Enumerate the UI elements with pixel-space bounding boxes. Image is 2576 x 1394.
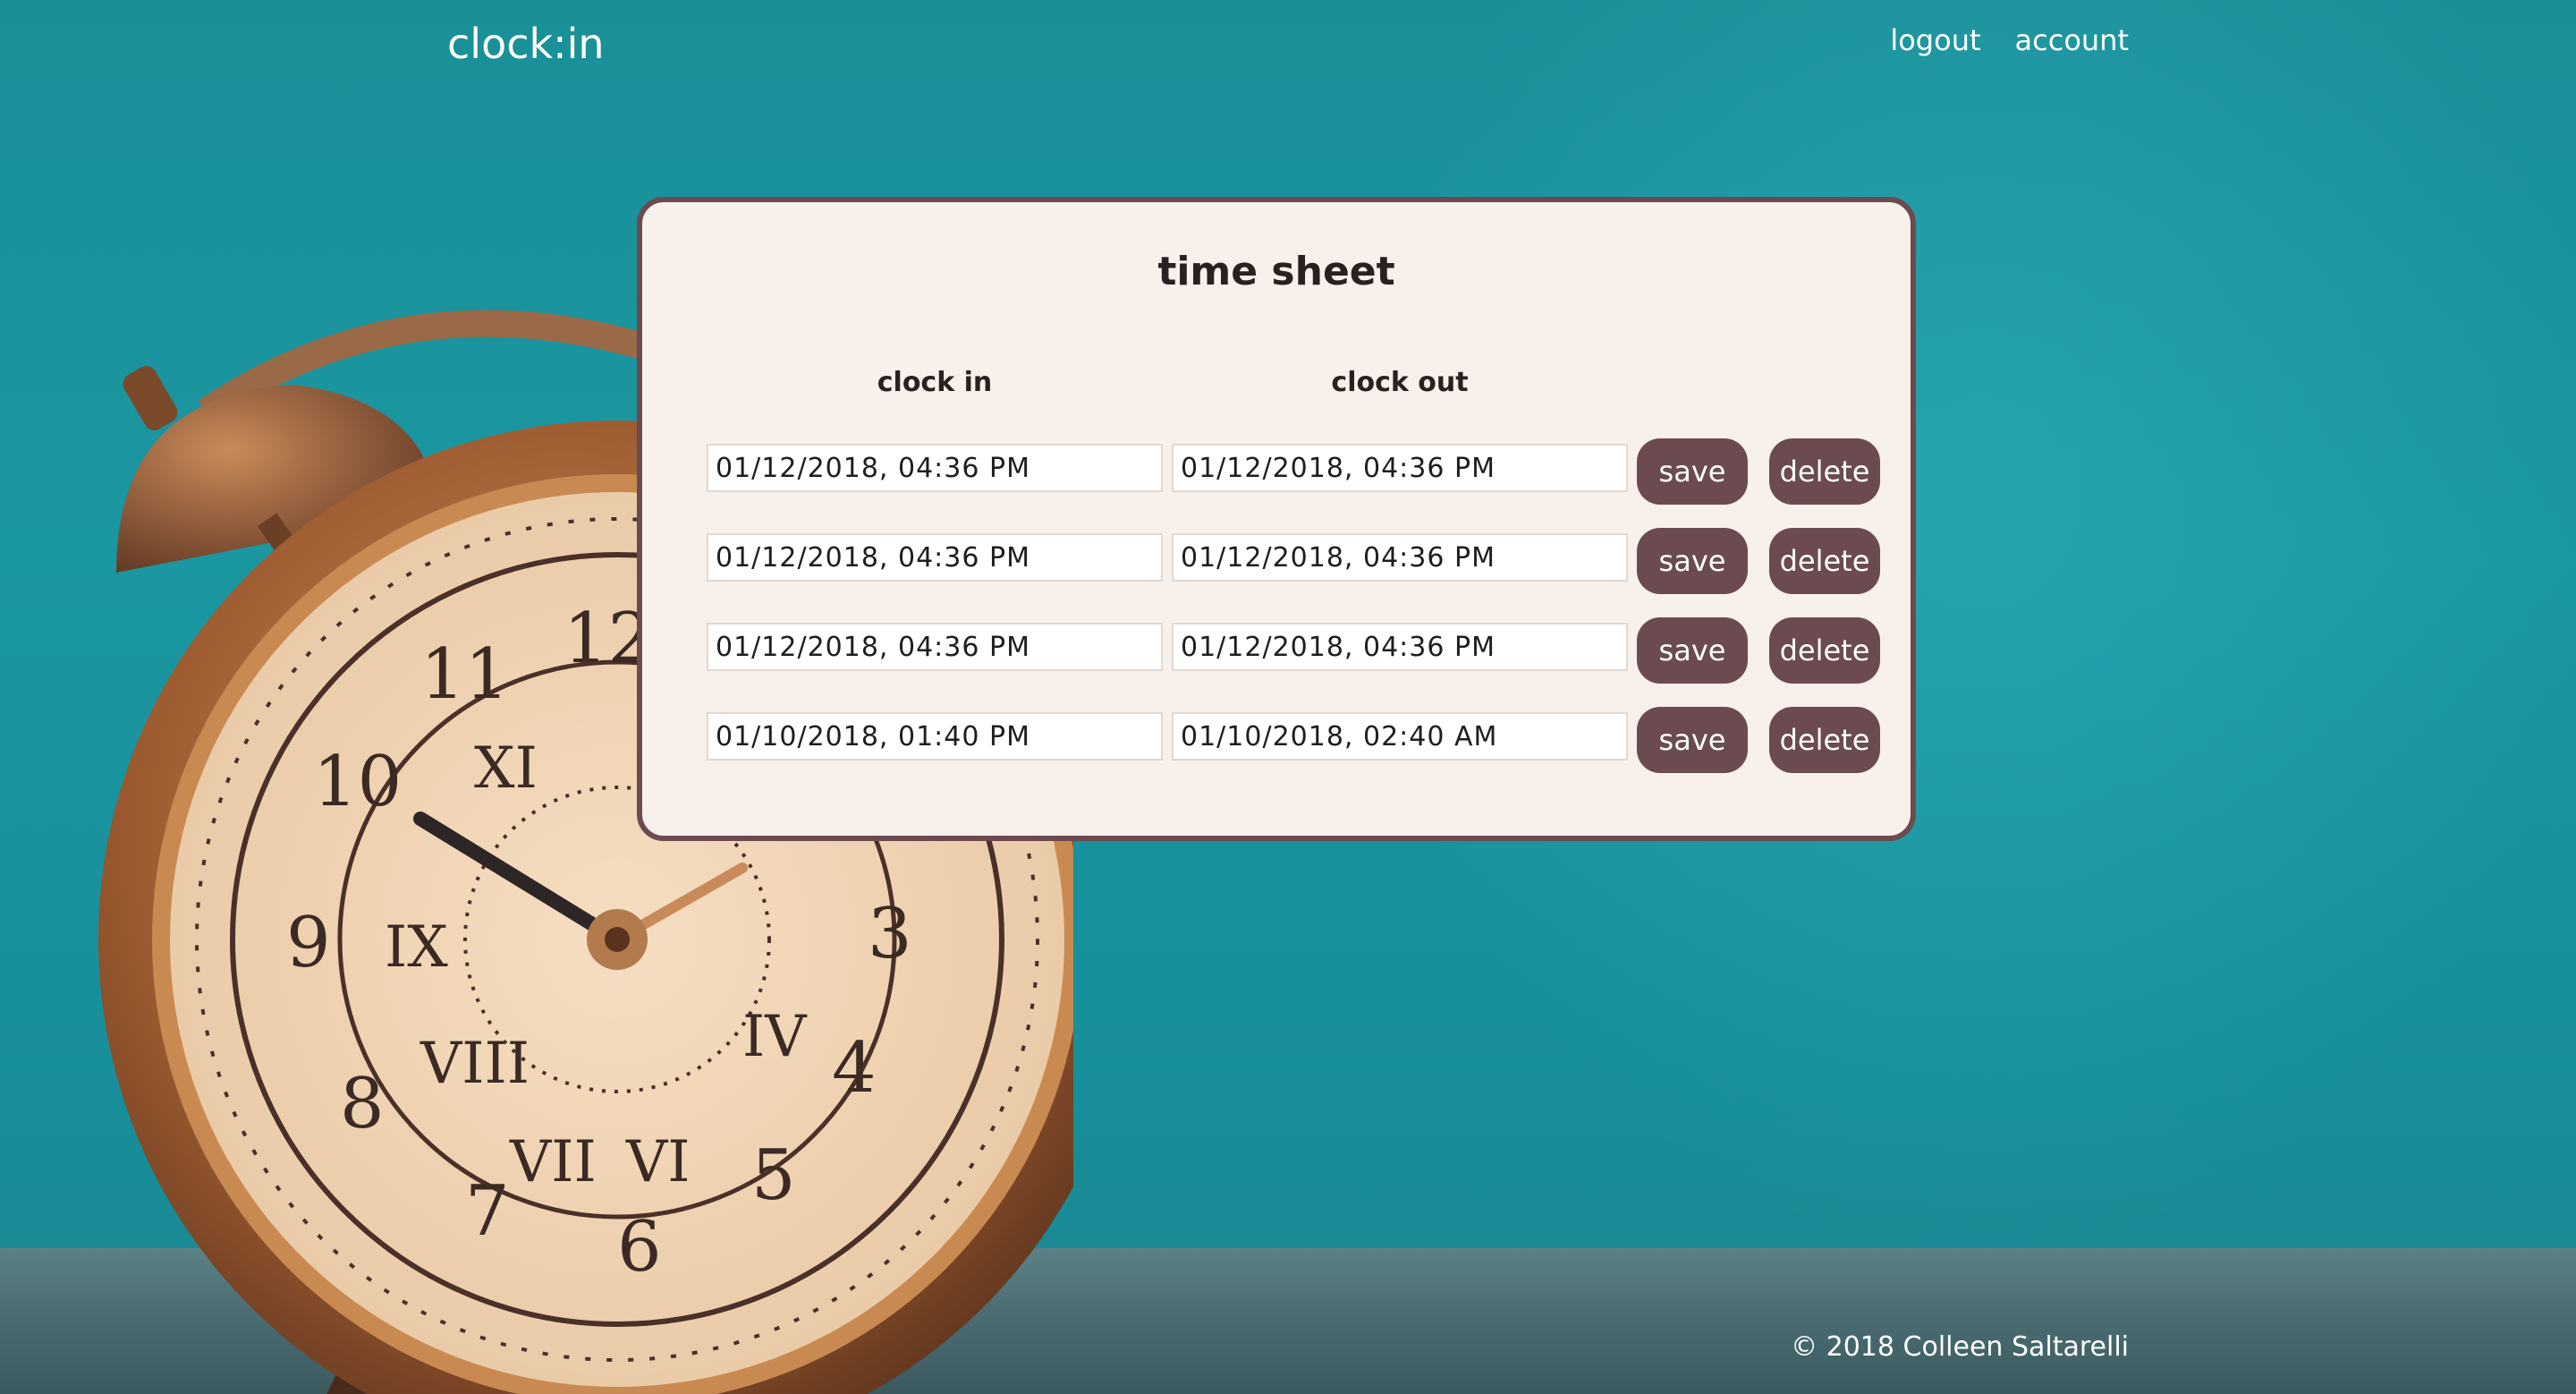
clock-in-input[interactable] [707, 444, 1163, 492]
delete-button[interactable]: delete [1769, 528, 1880, 594]
svg-text:11: 11 [420, 634, 509, 715]
top-nav: logout account [1890, 23, 2129, 57]
brand-logo[interactable]: clock:in [447, 20, 605, 68]
delete-button[interactable]: delete [1769, 707, 1880, 773]
save-button[interactable]: save [1637, 438, 1748, 505]
delete-button[interactable]: delete [1769, 438, 1880, 505]
account-link[interactable]: account [2015, 23, 2129, 57]
svg-text:5: 5 [751, 1135, 796, 1216]
svg-text:3: 3 [868, 894, 912, 974]
svg-text:10: 10 [313, 742, 402, 822]
clock-in-input[interactable] [707, 533, 1163, 582]
save-button[interactable]: save [1637, 617, 1748, 684]
timesheet-title: time sheet [1157, 249, 1395, 294]
delete-button[interactable]: delete [1769, 617, 1880, 684]
clock-out-input[interactable] [1172, 533, 1628, 582]
clock-in-column-header: clock in [877, 367, 993, 398]
svg-text:XI: XI [474, 735, 538, 802]
svg-text:VIII: VIII [419, 1031, 530, 1097]
clock-out-column-header: clock out [1331, 367, 1469, 398]
clock-out-input[interactable] [1172, 444, 1628, 492]
footer-copyright: © 2018 Colleen Saltarelli [1791, 1331, 2129, 1363]
svg-text:VI: VI [625, 1129, 691, 1195]
svg-text:IV: IV [742, 1004, 808, 1070]
logout-link[interactable]: logout [1890, 23, 1980, 57]
clock-out-input[interactable] [1172, 712, 1628, 761]
svg-text:VII: VII [509, 1129, 597, 1195]
save-button[interactable]: save [1637, 707, 1748, 773]
svg-text:9: 9 [286, 903, 331, 983]
svg-text:4: 4 [832, 1028, 877, 1109]
svg-text:6: 6 [617, 1207, 662, 1288]
save-button[interactable]: save [1637, 528, 1748, 594]
svg-text:7: 7 [465, 1171, 510, 1252]
timesheet-card: time sheet clock in clock out save delet… [637, 197, 1916, 841]
svg-text:8: 8 [340, 1064, 385, 1144]
clock-out-input[interactable] [1172, 623, 1628, 671]
clock-in-input[interactable] [707, 623, 1163, 671]
clock-in-input[interactable] [707, 712, 1163, 761]
svg-text:IX: IX [385, 914, 448, 981]
